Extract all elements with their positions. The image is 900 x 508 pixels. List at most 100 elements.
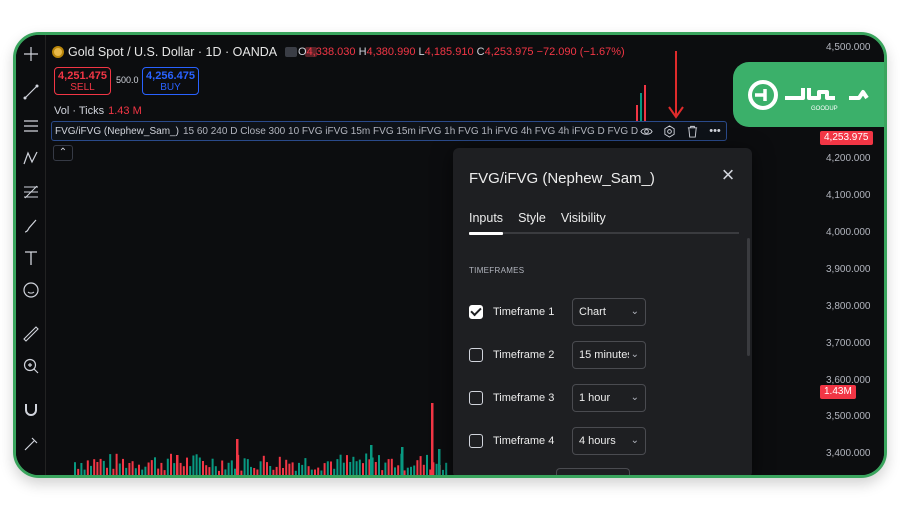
volume-bar	[227, 462, 230, 475]
emoji-icon[interactable]	[20, 279, 42, 301]
timeframe-3-select[interactable]: 1 hour ⌄	[572, 384, 646, 412]
buy-price: 4,256.475	[146, 70, 195, 82]
timeframe-1-select[interactable]: Chart ⌄	[572, 298, 646, 326]
volume-bar	[208, 467, 211, 475]
volume-bar	[134, 468, 137, 475]
volume-bar	[333, 468, 336, 475]
volume-bar	[86, 460, 89, 475]
volume-bar	[413, 465, 416, 475]
timeframe-1-checkbox[interactable]	[469, 305, 483, 319]
tab-inputs[interactable]: Inputs	[469, 211, 503, 225]
price-tick: 3,500.000	[826, 411, 871, 422]
volume-bar	[298, 462, 300, 475]
active-tab-indicator	[469, 232, 503, 235]
volume-bar	[246, 459, 249, 475]
volume-bar	[83, 469, 86, 475]
volume-bar	[352, 456, 355, 475]
timeframe-row: Timeframe 4 4 hours ⌄	[469, 426, 646, 456]
select-value: Chart	[579, 306, 606, 318]
timeframe-2-select[interactable]: 15 minutes ⌄	[572, 341, 646, 369]
volume-bar	[419, 456, 422, 475]
trend-line-icon[interactable]	[20, 81, 42, 103]
volume-bar	[282, 468, 284, 475]
timeframe-3-checkbox[interactable]	[469, 391, 483, 405]
logo-text: GOODUP	[811, 106, 838, 112]
eye-icon[interactable]	[639, 124, 653, 138]
horizontal-lines-icon[interactable]	[20, 115, 42, 137]
lock-drawings-icon[interactable]	[20, 433, 42, 455]
timeframe-4-select[interactable]: 4 hours ⌄	[572, 427, 646, 455]
volume-bar	[205, 465, 208, 475]
dialog-scrollbar[interactable]	[747, 238, 750, 356]
volume-bar	[150, 460, 153, 475]
pattern-icon[interactable]	[20, 147, 42, 169]
section-heading: TIMEFRAMES	[469, 266, 525, 275]
volume-bar	[384, 462, 387, 475]
volume-bar	[198, 457, 201, 475]
volume-bar	[438, 449, 441, 475]
volume-bar	[144, 466, 147, 475]
volume-bar	[358, 459, 361, 475]
settings-icon[interactable]	[662, 124, 676, 138]
volume-bar	[397, 465, 400, 475]
volume-bar	[349, 462, 352, 475]
volume-bar	[307, 466, 310, 475]
timeframe-4-checkbox[interactable]	[469, 434, 483, 448]
fib-icon[interactable]	[20, 181, 42, 203]
volume-bar	[355, 461, 358, 475]
volume-bar	[236, 439, 239, 475]
indicator-name: FVG/iFVG (Nephew_Sam_)	[55, 125, 179, 137]
delete-icon[interactable]	[685, 124, 699, 138]
text-icon[interactable]	[20, 247, 42, 269]
volume-label: Vol · Ticks	[54, 105, 105, 117]
device-frame: Gold Spot / U.S. Dollar · 1D · OANDA O4,…	[13, 32, 887, 478]
market-status-icon	[285, 47, 298, 57]
zoom-icon[interactable]	[20, 355, 42, 377]
timeframe-5-select-partial[interactable]	[556, 468, 630, 475]
magnet-icon[interactable]	[20, 399, 42, 421]
volume-bar	[240, 470, 243, 475]
price-candle	[640, 93, 642, 123]
timeframe-row: Timeframe 1 Chart ⌄	[469, 297, 646, 327]
trading-screen: Gold Spot / U.S. Dollar · 1D · OANDA O4,…	[16, 35, 884, 475]
volume-bar	[154, 457, 156, 475]
volume-value: 1.43 M	[108, 105, 142, 117]
dialog-title: FVG/iFVG (Nephew_Sam_)	[469, 170, 655, 187]
chevron-down-icon: ⌄	[630, 392, 639, 403]
volume-bar	[416, 460, 419, 475]
crosshair-icon[interactable]	[20, 43, 42, 65]
symbol-title[interactable]: Gold Spot / U.S. Dollar · 1D · OANDA	[52, 45, 318, 59]
ruler-icon[interactable]	[20, 323, 42, 345]
volume-bar	[234, 468, 236, 475]
volume-bar	[294, 470, 297, 475]
more-icon[interactable]: •••	[708, 124, 722, 138]
brush-icon[interactable]	[20, 215, 42, 237]
volume-bar	[317, 467, 320, 475]
price-tick: 3,900.000	[826, 264, 871, 275]
price-tick: 3,400.000	[826, 448, 871, 459]
volume-bar	[96, 462, 99, 475]
collapse-legend-button[interactable]: ⌃	[53, 145, 73, 161]
timeframe-label: Timeframe 1	[493, 306, 555, 318]
close-icon[interactable]: ×	[718, 164, 738, 186]
volume-bar	[365, 453, 368, 475]
volume-bar	[403, 470, 406, 475]
volume-bar	[259, 461, 262, 475]
sell-button[interactable]: 4,251.475 SELL	[54, 67, 111, 95]
indicator-legend[interactable]: FVG/iFVG (Nephew_Sam_) 15 60 240 D Close…	[51, 121, 727, 141]
volume-bar	[90, 465, 92, 475]
tab-visibility[interactable]: Visibility	[561, 211, 606, 225]
volume-bar	[230, 460, 233, 475]
volume-bar	[445, 462, 448, 475]
tab-style[interactable]: Style	[518, 211, 546, 225]
volume-bar	[374, 462, 377, 475]
drawing-toolbar	[16, 35, 46, 475]
volume-bar	[278, 456, 281, 475]
volume-bar	[346, 455, 348, 475]
chevron-down-icon: ⌄	[630, 435, 639, 446]
timeframe-2-checkbox[interactable]	[469, 348, 483, 362]
buy-button[interactable]: 4,256.475 BUY	[142, 67, 199, 95]
volume-bar	[176, 455, 179, 475]
open-value: 4,338.030	[306, 46, 356, 58]
volume-legend[interactable]: Vol · Ticks 1.43 M	[54, 105, 142, 117]
